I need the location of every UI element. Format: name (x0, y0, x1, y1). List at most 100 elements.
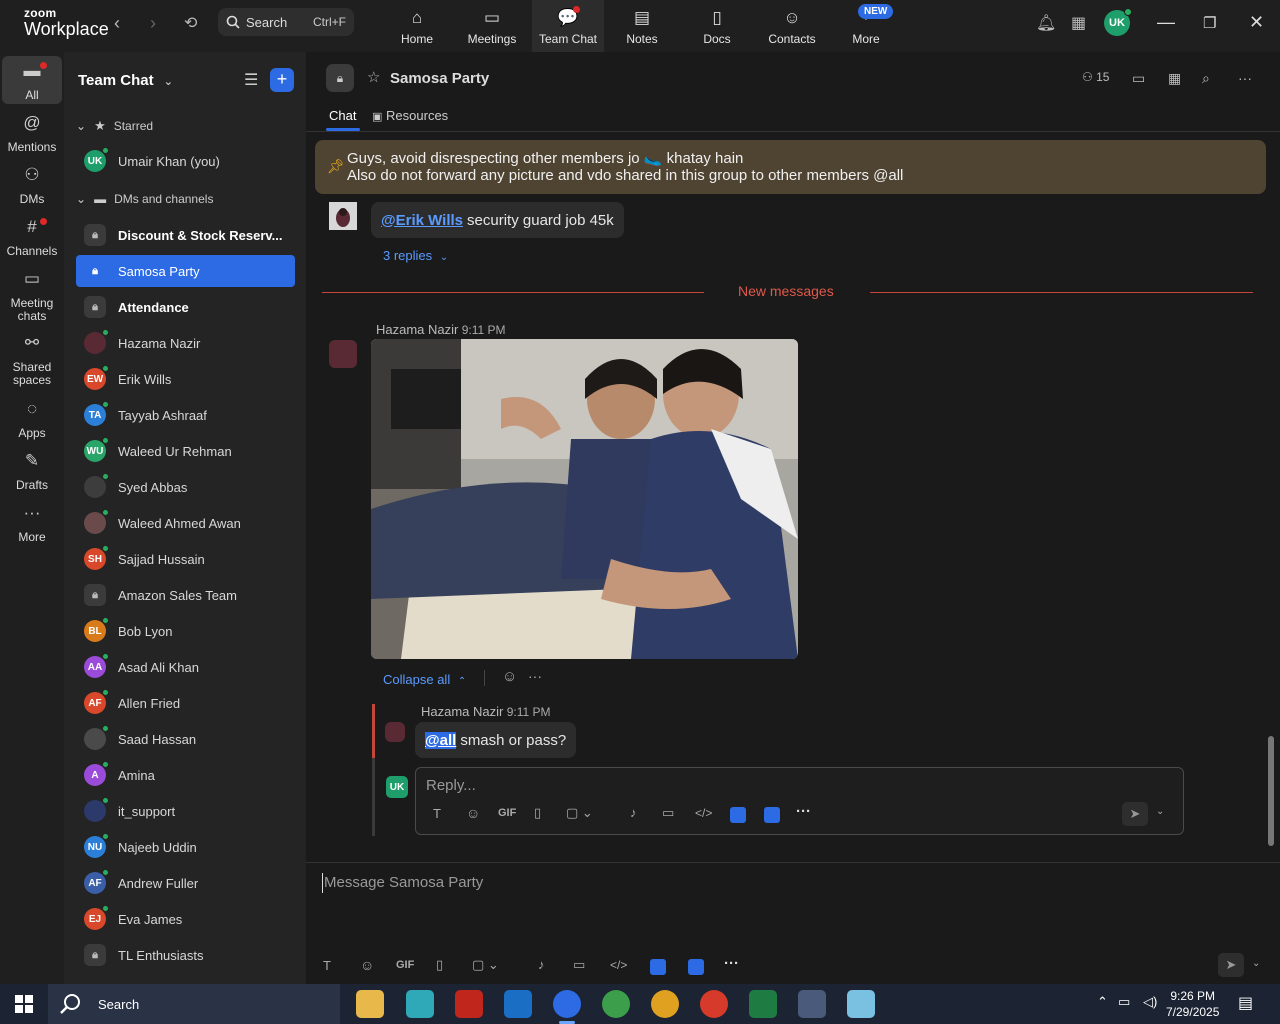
rail-item-channels[interactable]: # Channels (2, 218, 62, 258)
file-explorer-icon[interactable] (356, 990, 384, 1018)
more-options-icon[interactable]: ··· (1238, 70, 1252, 86)
more-options-icon[interactable]: ··· (724, 955, 739, 972)
sidebar-item[interactable]: 🔒︎ Amazon Sales Team (76, 579, 295, 611)
scrollbar-thumb[interactable] (1268, 736, 1274, 846)
new-chat-button[interactable]: + (270, 68, 294, 92)
code-icon[interactable]: </> (610, 958, 627, 972)
microphone-icon[interactable]: ♪ (630, 805, 637, 820)
forward-arrow-icon[interactable]: › (150, 13, 156, 34)
search-icon[interactable]: ⌕ (1202, 70, 1210, 87)
section-starred[interactable]: ⌄ ★ Starred (76, 118, 153, 134)
emoji-icon[interactable]: ☺ (466, 805, 480, 821)
back-arrow-icon[interactable]: ‹ (114, 13, 120, 34)
calendar-icon[interactable]: ▦ (1168, 70, 1181, 87)
chevron-up-icon[interactable]: ⌃ (1097, 994, 1108, 1010)
message-input[interactable]: Message Samosa Party (324, 874, 483, 891)
file-icon[interactable]: ▯ (534, 805, 541, 821)
excel-icon[interactable] (749, 990, 777, 1018)
app-icon[interactable] (764, 807, 780, 823)
section-dms-and-channels[interactable]: ⌄ ▬ DMs and channels (76, 192, 213, 206)
sidebar-item-umair-khan[interactable]: UK Umair Khan (you) (76, 145, 295, 177)
sidebar-item[interactable]: EJ Eva James (76, 903, 295, 935)
calendar-icon[interactable]: ▦ (1071, 13, 1086, 33)
screenshot-icon[interactable]: ▢ ⌄ (566, 805, 593, 821)
reply-composer[interactable]: Reply... T ☺ GIF ▯ ▢ ⌄ ♪ ▭ </> ··· ➤ ⌄ (415, 767, 1184, 835)
chevron-down-icon[interactable]: ⌄ (1252, 958, 1260, 969)
message-scrollbar[interactable] (1268, 132, 1274, 848)
app-icon[interactable] (688, 959, 704, 975)
gif-icon[interactable]: GIF (498, 807, 516, 819)
sidebar-item[interactable]: WU Waleed Ur Rehman (76, 435, 295, 467)
video-camera-icon[interactable]: ▭ (1132, 70, 1145, 87)
sidebar-item[interactable]: AA Asad Ali Khan (76, 651, 295, 683)
sidebar-item[interactable]: 🔒︎ Samosa Party (76, 255, 295, 287)
chevron-down-icon[interactable]: ⌄ (1156, 806, 1164, 817)
shared-photo[interactable] (371, 339, 798, 659)
more-options-icon[interactable]: ··· (528, 668, 542, 684)
message-composer[interactable]: Message Samosa Party T ☺ GIF ▯ ▢ ⌄ ♪ ▭ <… (306, 862, 1280, 984)
avatar[interactable] (329, 202, 357, 230)
video-message-icon[interactable]: ▭ (662, 805, 674, 821)
pinned-message-banner[interactable]: 📌︎ Guys, avoid disrespecting other membe… (315, 140, 1266, 194)
avatar[interactable] (329, 340, 357, 368)
tab-team-chat[interactable]: 💬 Team Chat (532, 0, 604, 52)
replies-link[interactable]: 3 replies ⌄ (383, 248, 448, 263)
members-icon[interactable]: ⚇ 15 (1082, 70, 1109, 84)
app-icon[interactable] (730, 807, 746, 823)
microphone-icon[interactable]: ♪ (538, 957, 545, 972)
code-icon[interactable]: </> (695, 806, 712, 820)
rail-item-more[interactable]: ··· More (2, 504, 62, 544)
message-bubble[interactable]: @Erik Wills security guard job 45k (371, 202, 624, 238)
reply-input[interactable]: Reply... (426, 777, 476, 794)
sidebar-item[interactable]: 🔒︎ Discount & Stock Reserv... (76, 219, 295, 251)
mention[interactable]: @Erik Wills (381, 212, 463, 229)
chrome-icon[interactable] (651, 990, 679, 1018)
app-icon[interactable] (847, 990, 875, 1018)
video-message-icon[interactable]: ▭ (573, 957, 585, 973)
gif-icon[interactable]: GIF (396, 959, 414, 971)
rail-item-drafts[interactable]: ✎ Drafts (2, 452, 62, 492)
bell-icon[interactable]: 🔔︎ (1036, 13, 1056, 33)
taskbar-clock[interactable]: 9:26 PM 7/29/2025 (1166, 988, 1219, 1020)
rail-item-apps[interactable]: ◌ Apps (2, 400, 62, 440)
tab-chat[interactable]: Chat (329, 108, 356, 123)
sidebar-item[interactable]: EW Erik Wills (76, 363, 295, 395)
sidebar-item[interactable]: TA Tayyab Ashraaf (76, 399, 295, 431)
sidebar-item[interactable]: 🔒︎ TL Enthusiasts (76, 939, 295, 971)
text-format-icon[interactable]: T (433, 806, 441, 821)
app-icon[interactable] (406, 990, 434, 1018)
sidebar-item[interactable]: NU Najeeb Uddin (76, 831, 295, 863)
sidebar-item[interactable]: AF Allen Fried (76, 687, 295, 719)
mention[interactable]: @all (425, 731, 457, 749)
tab-home[interactable]: ⌂ Home (381, 0, 453, 52)
sidebar-item[interactable]: Saad Hassan (76, 723, 295, 755)
sidebar-item[interactable]: A Amina (76, 759, 295, 791)
emoji-icon[interactable]: ☺ (360, 957, 374, 973)
avatar[interactable] (385, 722, 405, 742)
tab-contacts[interactable]: ☺ Contacts (756, 0, 828, 52)
rail-item-shared-spaces[interactable]: ⚯ Shared spaces (2, 334, 62, 387)
windows-start-icon[interactable] (15, 995, 33, 1013)
notifications-icon[interactable]: ▤ (1238, 993, 1253, 1013)
sidebar-item[interactable]: it_support (76, 795, 295, 827)
collapse-all-button[interactable]: Collapse all ⌃ (383, 672, 466, 687)
channel-title[interactable]: Samosa Party (390, 70, 489, 87)
sidebar-item[interactable]: Hazama Nazir (76, 327, 295, 359)
history-icon[interactable]: ⟲ (184, 13, 197, 33)
close-icon[interactable]: ✕ (1249, 12, 1264, 33)
send-icon[interactable]: ➤ (1218, 953, 1244, 977)
sidebar-title[interactable]: Team Chat ⌄ (78, 72, 173, 89)
sidebar-item[interactable]: Syed Abbas (76, 471, 295, 503)
rail-item-mentions[interactable]: @ Mentions (2, 114, 62, 154)
calculator-icon[interactable] (798, 990, 826, 1018)
rail-item-dms[interactable]: ⚇ DMs (2, 166, 62, 206)
reply-bubble[interactable]: @all smash or pass? (415, 722, 577, 758)
rail-item-all[interactable]: ▬ All (2, 56, 62, 104)
sidebar-item[interactable]: 🔒︎ Attendance (76, 291, 295, 323)
sidebar-item[interactable]: BL Bob Lyon (76, 615, 295, 647)
zoom-icon[interactable] (553, 990, 581, 1024)
tab-meetings[interactable]: ▭ Meetings (456, 0, 528, 52)
emoji-reaction-icon[interactable]: ☺ (502, 668, 517, 685)
global-search[interactable]: Search Ctrl+F (218, 8, 354, 36)
file-icon[interactable]: ▯ (436, 957, 443, 973)
